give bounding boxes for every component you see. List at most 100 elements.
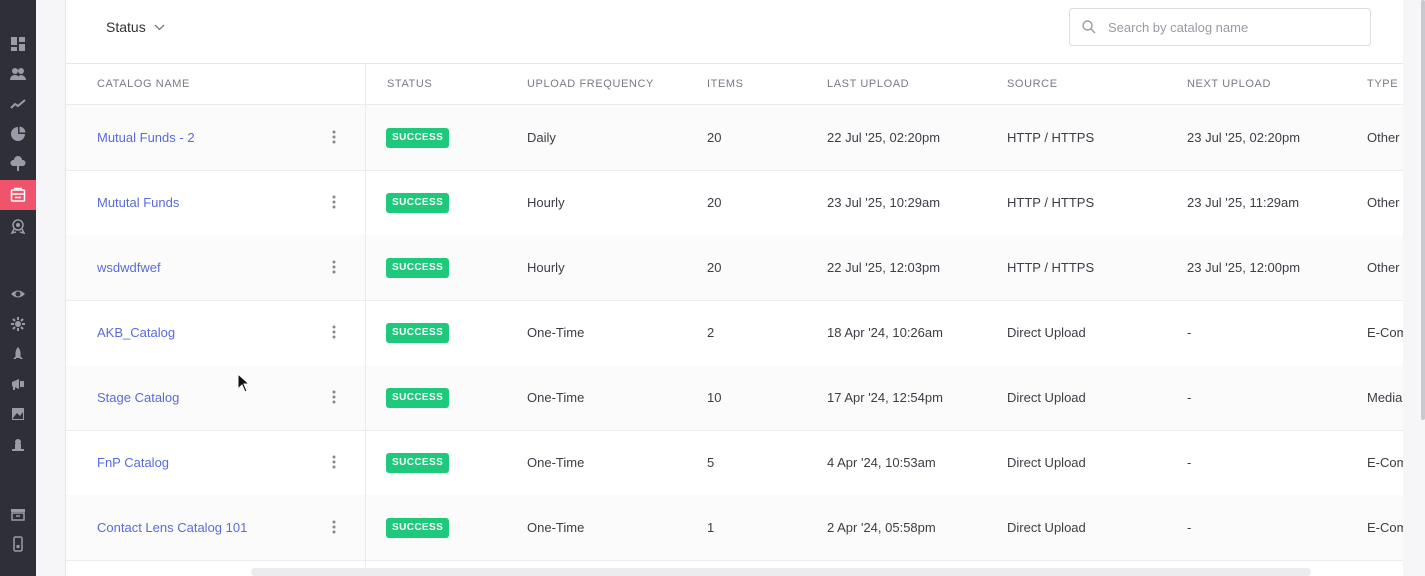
catalog-name-cell: wsdwdfwef — [97, 235, 161, 300]
sidebar-item-views[interactable] — [0, 280, 36, 308]
table-row[interactable]: AKB_Catalog SUCCESS One-Time 2 18 Apr '24, 1… — [66, 300, 1403, 366]
table-row[interactable]: Mutual Funds - 2 SUCCESS Daily 20 22 Jul '25… — [66, 105, 1403, 171]
type-cell: Other — [1367, 195, 1400, 210]
users-icon — [10, 68, 26, 80]
table-row[interactable]: Stage Catalog SUCCESS One-Time 10 17 Apr '24… — [66, 365, 1403, 431]
sidebar-item-settings[interactable] — [0, 310, 36, 338]
next-upload-cell: 23 Jul '25, 11:29am — [1187, 195, 1300, 210]
last-upload-cell: 4 Apr '24, 10:53am — [827, 455, 936, 470]
last-upload-cell: 22 Jul '25, 12:03pm — [827, 260, 941, 275]
vertical-scrollbar[interactable] — [1421, 0, 1425, 420]
last-upload-cell: 23 Jul '25, 10:29am — [827, 195, 941, 210]
items-cell: 20 — [707, 260, 722, 275]
type-cell: E-Com — [1367, 455, 1403, 470]
row-menu-button[interactable] — [324, 517, 344, 537]
row-menu-button[interactable] — [324, 387, 344, 407]
catalog-icon — [10, 187, 26, 202]
next-upload-cell: - — [1187, 325, 1192, 340]
upload-frequency-cell: One-Time — [527, 390, 585, 405]
upload-frequency-cell: One-Time — [527, 325, 585, 340]
status-badge: SUCCESS — [386, 388, 450, 408]
kebab-menu-icon — [332, 195, 336, 209]
catalog-name-link[interactable]: FnP Catalog — [97, 455, 169, 470]
cloud-upload-icon — [10, 156, 26, 171]
status-badge: SUCCESS — [386, 518, 450, 538]
type-cell: Media — [1367, 390, 1403, 405]
sidebar-item-users[interactable] — [0, 60, 36, 88]
table-row[interactable]: FnP Catalog SUCCESS One-Time 5 4 Apr '24, 10… — [66, 430, 1403, 496]
upload-frequency-cell: Hourly — [527, 260, 565, 275]
header-upload-frequency[interactable]: UPLOAD FREQUENCY — [527, 64, 654, 104]
items-cell: 10 — [707, 390, 722, 405]
page-gutter — [36, 0, 66, 576]
catalog-name-cell: Stage Catalog — [97, 365, 179, 430]
plugin-icon — [12, 439, 24, 451]
header-type[interactable]: TYPE — [1367, 64, 1398, 104]
kebab-menu-icon — [332, 455, 336, 469]
sidebar-item-launch[interactable] — [0, 340, 36, 368]
row-menu-button[interactable] — [324, 257, 344, 277]
search-icon — [1082, 20, 1096, 34]
catalog-name-link[interactable]: Stage Catalog — [97, 390, 179, 405]
catalog-name-link[interactable]: AKB_Catalog — [97, 325, 175, 340]
column-divider — [365, 64, 366, 576]
header-status[interactable]: STATUS — [387, 64, 432, 104]
header-last-upload[interactable]: LAST UPLOAD — [827, 64, 909, 104]
catalog-name-link[interactable]: Mututal Funds — [97, 195, 179, 210]
sidebar-item-integrations[interactable] — [0, 430, 36, 458]
kebab-menu-icon — [332, 325, 336, 339]
header-items[interactable]: ITEMS — [707, 64, 744, 104]
catalog-name-link[interactable]: wsdwdfwef — [97, 260, 161, 275]
table-row[interactable]: Mututal Funds SUCCESS Hourly 20 23 Jul '25, … — [66, 170, 1403, 236]
next-upload-cell: - — [1187, 520, 1192, 535]
table-row[interactable]: Contact Lens Catalog 101 SUCCESS One-Time 1… — [66, 495, 1403, 561]
sidebar-item-badges[interactable] — [0, 212, 36, 240]
catalog-name-cell: FnP Catalog — [97, 430, 169, 495]
catalog-name-link[interactable]: Contact Lens Catalog 101 — [97, 520, 247, 535]
status-badge: SUCCESS — [386, 128, 450, 148]
status-badge: SUCCESS — [386, 258, 450, 278]
search-input[interactable] — [1106, 18, 1360, 36]
items-cell: 2 — [707, 325, 715, 340]
status-filter-dropdown[interactable]: Status — [106, 17, 165, 37]
header-next-upload[interactable]: NEXT UPLOAD — [1187, 64, 1271, 104]
sidebar-item-mobile[interactable] — [0, 530, 36, 558]
catalog-panel: Status CATALOG NAME STATUS UPLOAD FREQUE… — [65, 0, 1403, 576]
table-row[interactable]: wsdwdfwef SUCCESS Hourly 20 22 Jul '25, 12:0… — [66, 235, 1403, 301]
source-cell: HTTP / HTTPS — [1007, 260, 1095, 275]
upload-frequency-cell: One-Time — [527, 520, 585, 535]
header-catalog-name[interactable]: CATALOG NAME — [97, 64, 190, 104]
catalog-name-cell: Contact Lens Catalog 101 — [97, 495, 247, 560]
kebab-menu-icon — [332, 260, 336, 274]
sidebar-item-campaigns[interactable] — [0, 370, 36, 398]
catalog-name-cell: AKB_Catalog — [97, 300, 175, 365]
upload-frequency-cell: Daily — [527, 130, 556, 145]
next-upload-cell: 23 Jul '25, 12:00pm — [1187, 260, 1301, 275]
catalog-name-link[interactable]: Mutual Funds - 2 — [97, 130, 195, 145]
eye-icon — [11, 290, 25, 298]
sidebar-item-media[interactable] — [0, 400, 36, 428]
dashboard-icon — [11, 37, 25, 51]
next-upload-cell: 23 Jul '25, 02:20pm — [1187, 130, 1301, 145]
type-cell: Other — [1367, 260, 1400, 275]
next-upload-cell: - — [1187, 390, 1192, 405]
settings-icon — [11, 317, 25, 331]
megaphone-icon — [12, 379, 24, 390]
type-cell: E-Com — [1367, 520, 1403, 535]
row-menu-button[interactable] — [324, 322, 344, 342]
horizontal-scrollbar[interactable] — [251, 568, 1311, 576]
mobile-icon — [13, 536, 23, 552]
sidebar-item-reports[interactable] — [0, 120, 36, 148]
header-source[interactable]: SOURCE — [1007, 64, 1058, 104]
sidebar-item-trends[interactable] — [0, 90, 36, 118]
sidebar-item-archive[interactable] — [0, 500, 36, 528]
trends-icon — [10, 99, 26, 109]
sidebar-item-uploads[interactable] — [0, 150, 36, 178]
sidebar-item-catalogs[interactable] — [0, 180, 36, 210]
last-upload-cell: 22 Jul '25, 02:20pm — [827, 130, 941, 145]
archive-icon — [11, 509, 25, 521]
sidebar-item-dashboard[interactable] — [0, 30, 36, 58]
row-menu-button[interactable] — [324, 192, 344, 212]
row-menu-button[interactable] — [324, 452, 344, 472]
row-menu-button[interactable] — [324, 127, 344, 147]
